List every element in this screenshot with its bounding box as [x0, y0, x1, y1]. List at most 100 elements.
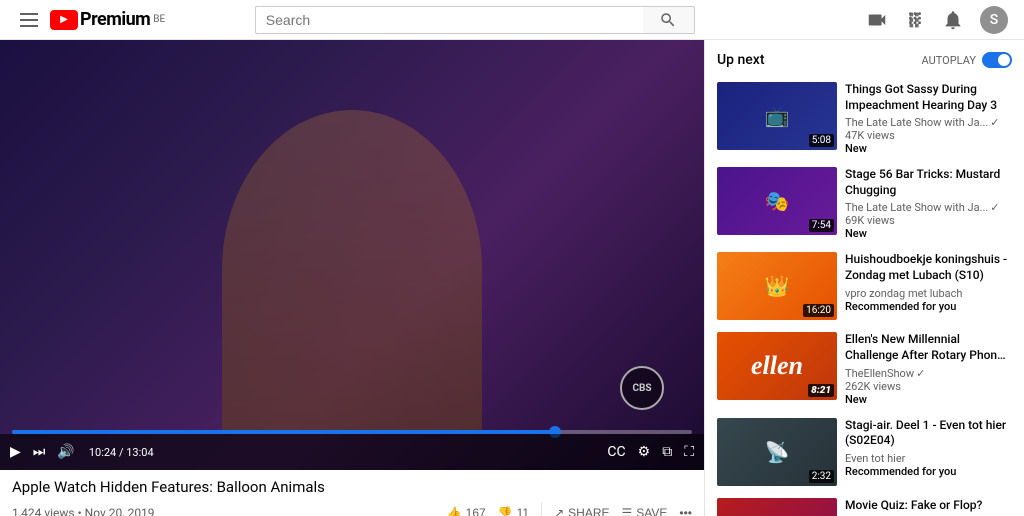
autoplay-row: AUTOPLAY	[922, 52, 1012, 68]
card-badge-4: New	[845, 393, 1012, 406]
video-title: Apple Watch Hidden Features: Balloon Ani…	[12, 478, 692, 496]
list-item[interactable]: 📡 2:32 Stagi-air. Deel 1 - Even tot hier…	[705, 412, 1024, 492]
like-icon: 👍	[447, 506, 462, 516]
video-meta: 1,424 views • Nov 20, 2019 👍 167 👎 11 ↗ …	[12, 502, 692, 516]
up-next-header: Up next AUTOPLAY	[705, 48, 1024, 76]
thumbnail-4: ellen 8:21	[717, 332, 837, 400]
dislike-button[interactable]: 👎 11	[498, 502, 529, 516]
card-info-1: Things Got Sassy During Impeachment Hear…	[845, 82, 1012, 155]
card-badge-1: New	[845, 142, 1012, 155]
thumbnail-5: 📡 2:32	[717, 418, 837, 486]
card-title-2: Stage 56 Bar Tricks: Mustard Chugging	[845, 167, 1012, 198]
card-title-5: Stagi-air. Deel 1 - Even tot hier (S02E0…	[845, 418, 1012, 449]
dislike-count: 11	[517, 506, 529, 516]
video-player[interactable]: 80% CBS ▶ ⏭ 🔊 10:2	[0, 40, 704, 470]
card-channel-3: vpro zondag met lubach	[845, 287, 1012, 300]
card-info-3: Huishoudboekje koningshuis - Zondag met …	[845, 252, 1012, 320]
video-stats: 1,424 views • Nov 20, 2019	[12, 506, 155, 516]
thumbnail-2: 🎭 7:54	[717, 167, 837, 235]
card-duration-2: 7:54	[809, 219, 834, 232]
verified-1: ✓	[990, 116, 999, 129]
header-left: PremiumBE	[16, 9, 165, 31]
card-badge-5: Recommended for you	[845, 465, 1012, 478]
notifications-icon[interactable]	[942, 9, 964, 31]
fullscreen-button[interactable]: ⛶	[682, 442, 696, 462]
video-controls: ▶ ⏭ 🔊 10:24 / 13:04 CC ⚙ ⧉ ⛶	[0, 434, 704, 470]
user-avatar[interactable]: S	[980, 6, 1008, 34]
search-input[interactable]	[255, 6, 643, 34]
card-channel-2: The Late Late Show with Ja... ✓	[845, 201, 1012, 214]
yt-logo-icon	[50, 10, 78, 30]
video-actions: 👍 167 👎 11 ↗ SHARE ☰ SAVE	[447, 502, 692, 516]
save-icon: ☰	[622, 506, 633, 516]
camera-icon[interactable]	[866, 9, 888, 31]
thumbnail-3: 👑 16:20	[717, 252, 837, 320]
autoplay-label: AUTOPLAY	[922, 54, 976, 67]
controls-right: CC ⚙ ⧉ ⛶	[605, 442, 696, 462]
share-icon: ↗	[554, 506, 564, 516]
thumbnail-1: 📺 5:08	[717, 82, 837, 150]
youtube-logo[interactable]: PremiumBE	[50, 9, 165, 30]
list-item[interactable]: 🎭 7:54 Stage 56 Bar Tricks: Mustard Chug…	[705, 161, 1024, 246]
card-views-2: 69K views	[845, 214, 1012, 227]
card-duration-4: 8:21	[808, 384, 834, 397]
up-next-label: Up next	[717, 52, 765, 68]
cbs-watermark: CBS	[620, 366, 664, 410]
search-bar	[255, 6, 695, 34]
action-divider	[541, 503, 542, 516]
video-placeholder: 80% CBS ▶ ⏭ 🔊 10:2	[0, 40, 704, 470]
card-channel-5: Even tot hier	[845, 452, 1012, 465]
miniplayer-button[interactable]: ⧉	[660, 442, 674, 462]
search-button[interactable]	[643, 6, 695, 34]
time-display: 10:24 / 13:04	[89, 446, 154, 459]
card-views-1: 47K views	[845, 129, 1012, 142]
card-title-1: Things Got Sassy During Impeachment Hear…	[845, 82, 1012, 113]
hamburger-menu[interactable]	[16, 9, 42, 31]
card-duration-5: 2:32	[809, 470, 834, 483]
dislike-icon: 👎	[498, 506, 513, 516]
share-button[interactable]: ↗ SHARE	[554, 502, 609, 516]
card-info-6: Movie Quiz: Fake or Flop? The Late Late …	[845, 498, 1012, 516]
verified-2: ✓	[990, 201, 999, 214]
verified-4: ✓	[916, 367, 925, 380]
card-views-4: 262K views	[845, 380, 1012, 393]
subtitle-button[interactable]: CC	[605, 442, 627, 462]
sidebar: Up next AUTOPLAY 📺 5:08 Things Got Sassy…	[704, 40, 1024, 516]
card-duration-1: 5:08	[809, 134, 834, 147]
play-button[interactable]: ▶	[8, 442, 23, 462]
card-info-2: Stage 56 Bar Tricks: Mustard Chugging Th…	[845, 167, 1012, 240]
list-item[interactable]: 👑 16:20 Huishoudboekje koningshuis - Zon…	[705, 246, 1024, 326]
like-button[interactable]: 👍 167	[447, 502, 486, 516]
main-content: 80% CBS ▶ ⏭ 🔊 10:2	[0, 40, 1024, 516]
card-badge-3: Recommended for you	[845, 300, 1012, 313]
thumbnail-6: 🎬	[717, 498, 837, 516]
list-item[interactable]: ellen 8:21 Ellen's New Millennial Challe…	[705, 326, 1024, 411]
card-title-3: Huishoudboekje koningshuis - Zondag met …	[845, 252, 1012, 283]
volume-button[interactable]: 🔊	[55, 442, 76, 462]
save-button[interactable]: ☰ SAVE	[622, 502, 668, 516]
grid-icon[interactable]	[904, 9, 926, 31]
premium-label: BE	[153, 14, 165, 25]
autoplay-toggle[interactable]	[982, 52, 1012, 68]
video-person-silhouette	[222, 110, 482, 430]
header: PremiumBE S	[0, 0, 1024, 40]
like-count: 167	[466, 506, 486, 516]
header-right: S	[866, 6, 1008, 34]
next-button[interactable]: ⏭	[31, 442, 48, 462]
card-duration-3: 16:20	[803, 304, 834, 317]
card-info-4: Ellen's New Millennial Challenge After R…	[845, 332, 1012, 405]
video-section: 80% CBS ▶ ⏭ 🔊 10:2	[0, 40, 704, 516]
list-item[interactable]: 🎬 Movie Quiz: Fake or Flop? The Late Lat…	[705, 492, 1024, 516]
settings-button[interactable]: ⚙	[636, 442, 653, 462]
card-channel-4: TheEllenShow ✓	[845, 367, 1012, 380]
card-title-6: Movie Quiz: Fake or Flop?	[845, 498, 1012, 514]
card-title-4: Ellen's New Millennial Challenge After R…	[845, 332, 1012, 363]
logo-text: Premium	[80, 9, 150, 30]
video-info: Apple Watch Hidden Features: Balloon Ani…	[0, 470, 704, 516]
more-button[interactable]: •••	[679, 502, 692, 516]
search-icon	[659, 11, 677, 29]
list-item[interactable]: 📺 5:08 Things Got Sassy During Impeachme…	[705, 76, 1024, 161]
card-info-5: Stagi-air. Deel 1 - Even tot hier (S02E0…	[845, 418, 1012, 486]
card-badge-2: New	[845, 227, 1012, 240]
card-channel-1: The Late Late Show with Ja... ✓	[845, 116, 1012, 129]
